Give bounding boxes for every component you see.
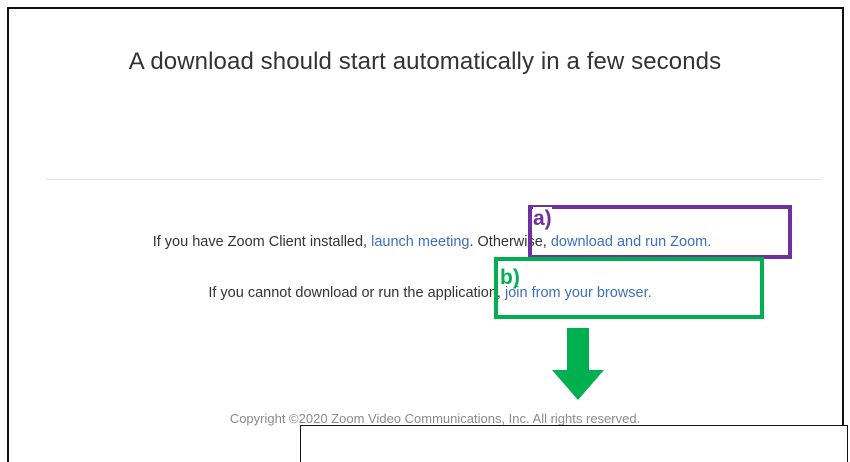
annotation-box-a bbox=[528, 205, 792, 259]
browser-popup-window bbox=[300, 425, 848, 462]
page-title: A download should start automatically in… bbox=[128, 48, 722, 75]
down-arrow-icon bbox=[552, 328, 604, 400]
annotation-label-b: b) bbox=[500, 266, 520, 289]
cannot-download-text: If you cannot download or run the applic… bbox=[208, 285, 501, 301]
installed-client-text: If you have Zoom Client installed, bbox=[152, 234, 368, 250]
annotation-label-a: a) bbox=[533, 207, 552, 231]
copyright-notice: Copyright ©2020 Zoom Video Communication… bbox=[229, 411, 641, 426]
launch-meeting-link[interactable]: launch meeting bbox=[371, 234, 469, 250]
divider bbox=[46, 179, 822, 180]
annotation-box-b bbox=[494, 257, 764, 319]
